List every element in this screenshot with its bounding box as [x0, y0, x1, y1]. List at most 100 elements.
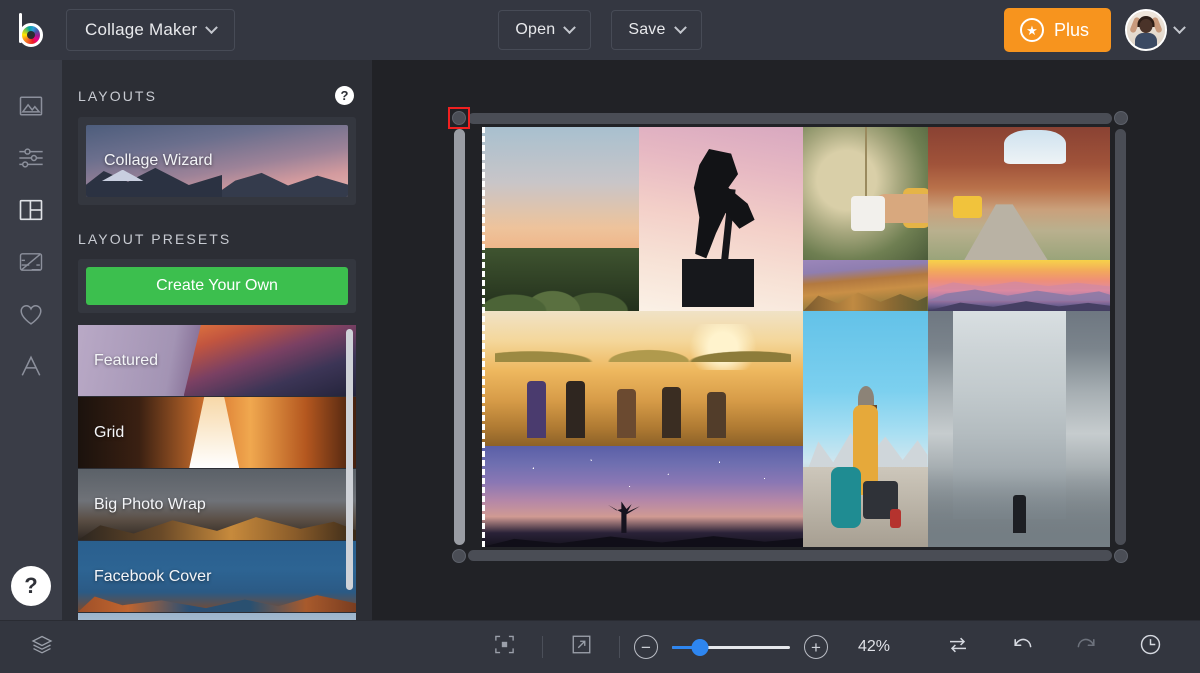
- photo-group-running-desert[interactable]: [482, 311, 803, 447]
- photo-desert-sunset-cactus[interactable]: [482, 127, 639, 311]
- canvas-top-gutter-bar[interactable]: [468, 113, 1112, 124]
- chevron-down-icon: [1173, 21, 1186, 34]
- preset-label: Big Photo Wrap: [78, 496, 206, 514]
- top-right-actions: ★ Plus: [1004, 8, 1200, 52]
- create-your-own-button[interactable]: Create Your Own: [86, 267, 348, 305]
- collage-maker-app: Collage Maker Open Save ★ Plus: [0, 0, 1200, 673]
- canvas-right-gutter-bar[interactable]: [1115, 129, 1126, 545]
- zoom-out-button[interactable]: −: [634, 635, 658, 659]
- collage-wizard-card[interactable]: Collage Wizard: [86, 125, 348, 197]
- layers-icon: [30, 633, 54, 662]
- toolbar-divider: [619, 636, 620, 658]
- photo-scooter-silhouette[interactable]: [639, 127, 803, 311]
- page-title: LAYOUTS: [78, 88, 157, 104]
- preset-label: Featured: [78, 352, 158, 370]
- account-menu[interactable]: [1125, 9, 1184, 51]
- bottom-left-group: [0, 621, 372, 673]
- zoom-controls: − + 42%: [480, 621, 904, 673]
- save-button[interactable]: Save: [611, 10, 701, 50]
- avatar: [1125, 9, 1167, 51]
- fit-to-screen-button[interactable]: [480, 621, 528, 673]
- text-a-icon: [17, 352, 45, 385]
- project-type-dropdown[interactable]: Collage Maker: [66, 9, 235, 51]
- photo-starry-desert-night[interactable]: [482, 446, 803, 547]
- help-icon[interactable]: ?: [335, 86, 354, 105]
- open-label: Open: [515, 21, 555, 39]
- top-right-resize-handle[interactable]: [1114, 111, 1128, 125]
- collage-frame: [448, 107, 1132, 567]
- save-label: Save: [628, 21, 665, 39]
- logo-color-wheel-icon: [19, 23, 43, 47]
- sidebar-item-edit-adjust[interactable]: [0, 134, 62, 186]
- bottom-toolbar: − + 42%: [0, 620, 1200, 673]
- open-button[interactable]: Open: [498, 10, 591, 50]
- create-your-own-section: Create Your Own: [78, 259, 356, 313]
- star-icon: ★: [1020, 18, 1044, 42]
- collage-canvas[interactable]: [482, 127, 1110, 547]
- chevron-down-icon: [563, 21, 576, 34]
- overlay-icon: [17, 248, 45, 281]
- help-button[interactable]: ?: [11, 566, 51, 606]
- history-clock-icon: [1138, 632, 1163, 662]
- photo-purple-orange-ridge[interactable]: [803, 260, 927, 310]
- project-type-label: Collage Maker: [85, 20, 197, 40]
- list-item[interactable]: [78, 613, 356, 620]
- plus-upgrade-button[interactable]: ★ Plus: [1004, 8, 1111, 52]
- layout-grid-icon: [17, 196, 45, 229]
- bottom-left-resize-handle[interactable]: [452, 549, 466, 563]
- sidebar-item-layouts[interactable]: [0, 186, 62, 238]
- undo-button[interactable]: [998, 621, 1046, 673]
- zoom-slider[interactable]: [672, 636, 790, 658]
- canvas-bottom-gutter-bar[interactable]: [468, 550, 1112, 561]
- photo-woman-backpack-mountain[interactable]: [803, 311, 927, 547]
- layout-presets-title: LAYOUT PRESETS: [62, 205, 372, 259]
- photo-waterfall-figure[interactable]: [928, 311, 1110, 547]
- panel-header: LAYOUTS ?: [62, 60, 372, 117]
- swap-button[interactable]: [934, 621, 982, 673]
- expand-button[interactable]: [557, 621, 605, 673]
- photo-gradient-mountain-sunset[interactable]: [928, 260, 1110, 310]
- main-body: ? LAYOUTS ? Collage Wizard LAYOUT PRESET…: [0, 60, 1200, 620]
- sidebar-item-text[interactable]: [0, 342, 62, 394]
- app-logo[interactable]: [0, 0, 62, 60]
- redo-arrow-icon: [1074, 632, 1099, 662]
- fit-to-screen-icon: [493, 633, 516, 661]
- list-item[interactable]: Featured: [78, 325, 356, 396]
- canvas-area[interactable]: [372, 60, 1200, 620]
- preset-list-scroll-area[interactable]: Featured Grid Big Photo Wrap Facebook Co…: [78, 325, 356, 620]
- list-item[interactable]: Big Photo Wrap: [78, 469, 356, 540]
- photo-coffee-mug-hand[interactable]: [803, 127, 927, 260]
- heart-icon: [17, 300, 45, 333]
- list-item[interactable]: Facebook Cover: [78, 541, 356, 612]
- redo-button[interactable]: [1062, 621, 1110, 673]
- preset-label: Facebook Cover: [78, 568, 211, 586]
- chevron-down-icon: [205, 21, 218, 34]
- sidebar-item-favorites[interactable]: [0, 290, 62, 342]
- sidebar-item-graphics[interactable]: [0, 238, 62, 290]
- preset-label: Grid: [78, 424, 124, 442]
- bottom-right-group: [934, 621, 1200, 673]
- collage-wizard-section: Collage Wizard: [78, 117, 356, 205]
- preset-thumbnail: [78, 613, 356, 620]
- photo-canyon-yellow-van[interactable]: [928, 127, 1110, 260]
- zoom-in-button[interactable]: +: [804, 635, 828, 659]
- layers-button[interactable]: [18, 621, 66, 673]
- expand-arrow-icon: [570, 633, 593, 661]
- bottom-right-resize-handle[interactable]: [1114, 549, 1128, 563]
- zoom-level-label: 42%: [858, 638, 904, 656]
- history-button[interactable]: [1126, 621, 1174, 673]
- chevron-down-icon: [674, 21, 687, 34]
- image-icon: [17, 92, 45, 125]
- collage-wizard-label: Collage Wizard: [86, 152, 212, 170]
- undo-arrow-icon: [1010, 632, 1035, 662]
- list-item[interactable]: Grid: [78, 397, 356, 468]
- preset-list-scrollbar[interactable]: [346, 329, 353, 590]
- canvas-left-gutter-bar[interactable]: [454, 129, 465, 545]
- tool-rail: ?: [0, 60, 62, 620]
- plus-label: Plus: [1054, 20, 1089, 41]
- top-left-resize-handle[interactable]: [452, 111, 466, 125]
- sidebar-item-image-manager[interactable]: [0, 82, 62, 134]
- sliders-icon: [17, 144, 45, 177]
- zoom-slider-knob[interactable]: [692, 639, 709, 656]
- swap-arrows-icon: [946, 633, 970, 662]
